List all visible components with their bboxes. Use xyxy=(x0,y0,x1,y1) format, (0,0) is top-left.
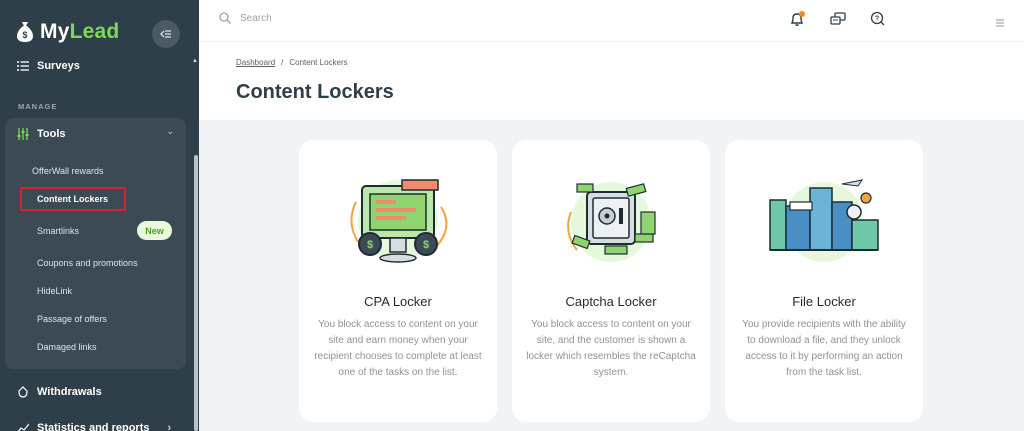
search-icon xyxy=(219,12,231,24)
list-icon xyxy=(17,61,29,71)
sidebar-subitem-offerwall-rewards[interactable]: OfferWall rewards xyxy=(32,166,104,176)
breadcrumb-separator: / xyxy=(281,58,284,67)
sidebar-scrollbar[interactable] xyxy=(194,155,198,431)
top-bar: ? xyxy=(199,0,1024,42)
support-button[interactable]: ? xyxy=(870,11,888,29)
sidebar-subitem-damaged-links[interactable]: Damaged links xyxy=(37,342,97,352)
sidebar-subitem-passage-of-offers[interactable]: Passage of offers xyxy=(37,314,107,324)
file-locker-card[interactable]: File Locker You provide recipients with … xyxy=(725,140,923,422)
sidebar-subitem-hidelink[interactable]: HideLink xyxy=(37,286,72,296)
sidebar-subitem-coupons[interactable]: Coupons and promotions xyxy=(37,258,138,268)
sidebar-item-tools[interactable]: Tools xyxy=(17,128,66,140)
page-header: Dashboard / Content Lockers Content Lock… xyxy=(199,42,1024,120)
logo-prefix: My xyxy=(40,20,70,43)
new-badge: New xyxy=(137,221,172,240)
svg-text:$: $ xyxy=(367,239,373,251)
sidebar-item-label: Tools xyxy=(37,128,66,140)
svg-text:$: $ xyxy=(22,30,27,40)
sidebar-item-label: Surveys xyxy=(37,60,80,72)
sidebar-item-label: Statistics and reports xyxy=(37,422,150,431)
search-input[interactable] xyxy=(240,12,440,24)
withdrawals-icon xyxy=(18,386,28,398)
search-bar xyxy=(219,12,440,24)
card-description: You block access to content on your site… xyxy=(526,319,696,378)
menu-icon xyxy=(996,19,1004,27)
chat-button[interactable] xyxy=(830,11,848,29)
svg-text:$: $ xyxy=(423,239,429,251)
svg-text:?: ? xyxy=(875,16,879,23)
card-description: You provide recipients with the ability … xyxy=(742,319,906,378)
captcha-locker-illustration xyxy=(567,182,656,262)
sidebar-item-statistics[interactable]: Statistics and reports › xyxy=(17,422,171,431)
scroll-up-arrow[interactable]: ▲ xyxy=(192,58,198,64)
sidebar-item-label: Withdrawals xyxy=(37,386,102,398)
cpa-locker-card[interactable]: $ $ CPA Locker You block access to conte… xyxy=(299,140,497,422)
file-locker-illustration xyxy=(769,179,879,262)
collapse-sidebar-button[interactable] xyxy=(152,20,180,48)
chat-icon xyxy=(830,12,846,25)
chart-icon xyxy=(17,423,29,431)
logo-suffix: Lead xyxy=(69,20,120,43)
sliders-icon xyxy=(17,128,29,140)
sidebar-subitem-smartlinks[interactable]: Smartlinks xyxy=(37,226,79,236)
card-title: File Locker xyxy=(792,294,856,309)
card-title: CPA Locker xyxy=(364,294,432,309)
captcha-locker-card[interactable]: Captcha Locker You block access to conte… xyxy=(512,140,710,422)
cpa-locker-illustration: $ $ xyxy=(350,179,448,263)
notifications-button[interactable] xyxy=(789,11,807,29)
breadcrumb-dashboard-link[interactable]: Dashboard xyxy=(236,58,275,67)
chevron-down-icon[interactable]: ⌄ xyxy=(166,126,174,137)
highlight-box xyxy=(20,187,126,211)
support-icon: ? xyxy=(870,11,885,26)
collapse-icon xyxy=(160,30,171,38)
tools-menu-group: Tools ⌄ xyxy=(5,118,186,369)
sidebar-item-surveys[interactable]: Surveys xyxy=(17,60,80,72)
sidebar-item-withdrawals[interactable]: Withdrawals xyxy=(17,386,102,398)
mylead-logo[interactable]: $ MyLead xyxy=(16,20,119,44)
chevron-right-icon: › xyxy=(167,422,172,431)
sidebar: $ MyLead Surveys MANAGE Tools ⌄ OfferWal… xyxy=(0,0,199,431)
notification-dot xyxy=(799,11,805,17)
breadcrumb-current: Content Lockers xyxy=(289,58,348,67)
section-label-manage: MANAGE xyxy=(18,102,58,111)
card-title: Captcha Locker xyxy=(565,294,657,309)
page-title: Content Lockers xyxy=(236,81,394,103)
menu-button[interactable] xyxy=(996,14,1004,32)
money-bag-icon: $ xyxy=(17,22,33,42)
card-description: You block access to content on your site… xyxy=(314,319,482,378)
breadcrumb: Dashboard / Content Lockers xyxy=(236,58,348,67)
